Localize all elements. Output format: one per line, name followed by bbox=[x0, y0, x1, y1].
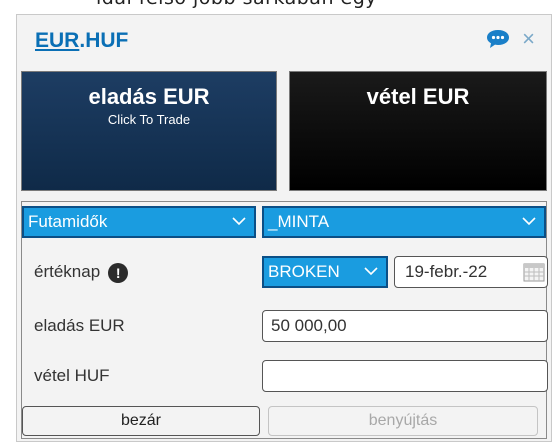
value-date-type-select[interactable]: BROKEN bbox=[262, 256, 388, 288]
speech-bubble-icon[interactable] bbox=[486, 29, 510, 49]
sell-eur-tile[interactable]: eladás EUR Click To Trade bbox=[21, 71, 277, 191]
sell-amount-value: 50 000,00 bbox=[271, 316, 347, 335]
value-date-field[interactable]: 19-febr.-22 bbox=[394, 256, 548, 288]
buy-tile-title: vétel EUR bbox=[366, 84, 470, 109]
buy-amount-input[interactable] bbox=[262, 360, 548, 392]
close-icon[interactable]: × bbox=[522, 28, 535, 50]
top-caption-text: ldal felsó jobb sarkaban egy bbox=[96, 0, 377, 9]
tenor-select-value: Futamidők bbox=[28, 212, 108, 231]
header-icons: × bbox=[486, 28, 535, 50]
submit-button[interactable]: benyújtás bbox=[268, 406, 538, 436]
sell-tile-title: eladás EUR bbox=[88, 84, 210, 109]
sell-amount-input[interactable]: 50 000,00 bbox=[262, 310, 548, 342]
pair-base-link[interactable]: EUR bbox=[35, 29, 79, 52]
sell-amount-label: eladás EUR bbox=[34, 316, 125, 335]
value-date-value: 19-febr.-22 bbox=[405, 262, 488, 281]
window-header: EUR.HUF × bbox=[17, 15, 551, 67]
chevron-down-icon bbox=[232, 217, 246, 226]
value-date-type-value: BROKEN bbox=[268, 262, 340, 281]
buy-amount-label: vétel HUF bbox=[34, 366, 110, 385]
chevron-down-icon bbox=[522, 217, 536, 226]
chevron-down-icon bbox=[364, 267, 378, 276]
click-to-trade-label: Click To Trade bbox=[107, 112, 191, 127]
pair-quote: HUF bbox=[85, 29, 129, 52]
warning-icon[interactable]: ! bbox=[108, 262, 129, 283]
order-form: Futamidők _MINTA értéknap! BROKEN 19-feb… bbox=[21, 201, 548, 439]
close-button[interactable]: bezár bbox=[22, 406, 260, 436]
tenor-select[interactable]: Futamidők bbox=[22, 206, 256, 238]
buy-eur-tile[interactable]: vétel EUR bbox=[289, 71, 547, 191]
currency-pair-title: EUR.HUF bbox=[35, 29, 128, 53]
trade-ticket-window: EUR.HUF × eladás EUR Click To Trade véte… bbox=[16, 14, 552, 442]
calendar-icon[interactable] bbox=[523, 262, 545, 282]
account-select[interactable]: _MINTA bbox=[262, 206, 546, 238]
top-caption: ldal felsó jobb sarkaban egy bbox=[0, 0, 556, 14]
account-select-value: _MINTA bbox=[268, 212, 330, 231]
value-date-label: értéknap bbox=[34, 262, 101, 281]
value-date-row-label: értéknap! bbox=[34, 262, 129, 283]
